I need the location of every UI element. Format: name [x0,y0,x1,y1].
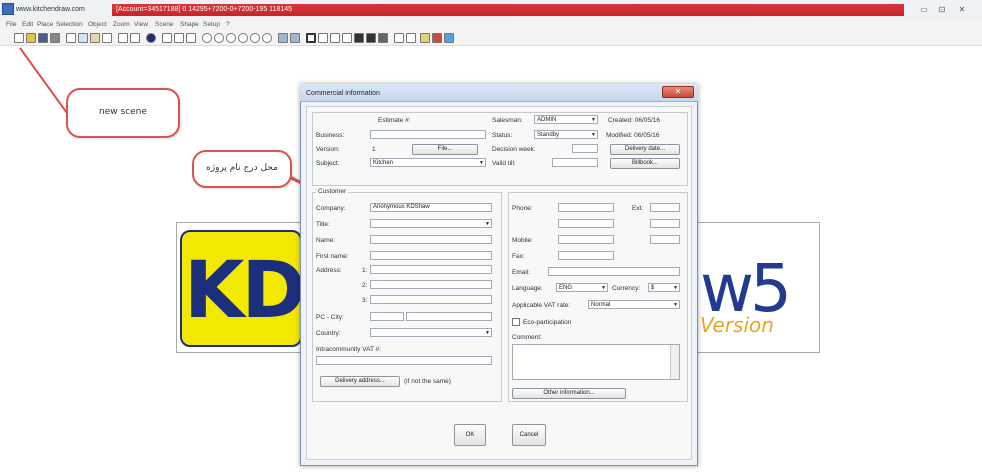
country-dropdown[interactable]: ▼ [370,328,492,337]
currency-dropdown[interactable]: $ ▼ [648,283,680,292]
first-name-field[interactable] [370,251,492,260]
postal-code-field[interactable] [370,312,404,321]
comment-scrollbar[interactable] [670,345,679,379]
phone-field[interactable] [558,203,614,212]
address-line-3-label: 3: [362,297,368,304]
fax-field[interactable] [558,251,614,260]
address-line-3-field[interactable] [370,295,492,304]
intracommunity-vat-label: Intracommunity VAT #: [316,346,382,353]
address-line-1-label: 1: [362,267,368,274]
salesman-value: ADMIN [537,117,557,123]
cancel-button[interactable]: Cancel [512,424,546,446]
valid-till-label: Valid till: [492,160,516,167]
version-label: Version: [316,146,340,153]
country-label: Country: [316,330,341,337]
ok-button[interactable]: OK [454,424,486,446]
address-line-2-label: 2: [362,282,368,289]
phone-label: Phone: [512,205,533,212]
other-information-button[interactable]: Other information... [512,388,626,399]
status-dropdown[interactable]: Standby ▼ [534,130,598,139]
dialog-title: Commercial information [306,90,380,97]
callout-new-scene: new scene [66,88,180,138]
chevron-down-icon: ▼ [601,285,606,291]
decision-week-label: Decision week: [492,146,536,153]
ext-3-field[interactable] [650,235,680,244]
chevron-down-icon: ▼ [479,160,484,166]
customer-group-label: Customer [316,188,349,195]
business-label: Business: [316,132,345,139]
callout-project-name: محل درج نام پروژه [192,150,292,188]
intracommunity-vat-field[interactable] [316,356,492,365]
pc-city-label: PC - City: [316,314,344,321]
language-value: ENG [559,285,573,291]
estimate-label: Estimate #: [378,117,411,124]
company-field[interactable]: Anonymous KDShaw [370,203,492,212]
subject-value: Kitchen [373,160,394,166]
language-dropdown[interactable]: ENG ▼ [556,283,608,292]
city-field[interactable] [406,312,492,321]
dialog-close-button[interactable]: ✕ [662,86,694,98]
chevron-down-icon: ▼ [673,285,678,291]
file-button[interactable]: File... [412,144,478,155]
modified-date: Modified: 06/05/16 [606,132,660,139]
first-name-label: First name: [316,253,349,260]
ext-2-field[interactable] [650,219,680,228]
comment-textarea[interactable] [512,344,680,380]
status-label: Status: [492,132,513,139]
version-value: 1 [372,146,376,153]
email-field[interactable] [548,267,680,276]
currency-value: $ [651,285,655,291]
salesman-dropdown[interactable]: ADMIN ▼ [534,115,598,124]
name-label: Name: [316,237,336,244]
kd-logo-text: KD [184,246,306,336]
company-label: Company: [316,205,346,212]
if-not-same-note: (if not the same) [404,378,451,385]
subject-dropdown[interactable]: Kitchen ▼ [370,158,486,167]
email-label: Email: [512,269,531,276]
phone-2-field[interactable] [558,219,614,228]
title-label: Title: [316,221,330,228]
address-label: Address: [316,267,342,274]
eco-participation-label: Eco-participation [523,319,572,326]
version-logo-text: Version [700,313,774,337]
mobile-label: Mobile: [512,237,533,244]
currency-label: Currency: [612,285,641,292]
eco-participation-checkbox[interactable] [512,318,520,326]
vat-rate-label: Applicable VAT rate: [512,302,571,309]
salesman-label: Salesman: [492,117,523,124]
billbook-button[interactable]: Billbook... [610,158,680,169]
title-dropdown[interactable]: ▼ [370,219,492,228]
name-field[interactable] [370,235,492,244]
chevron-down-icon: ▼ [485,330,490,336]
ext-label: Ext: [632,205,644,212]
chevron-down-icon: ▼ [591,132,596,138]
delivery-date-button[interactable]: Delivery date... [610,144,680,155]
valid-till-field[interactable] [552,158,598,167]
delivery-address-button[interactable]: Delivery address... [320,376,400,387]
chevron-down-icon: ▼ [673,302,678,308]
ext-field[interactable] [650,203,680,212]
decision-week-field[interactable] [572,144,598,153]
vat-rate-value: Normal [591,302,611,308]
fax-label: Fax: [512,253,525,260]
vat-rate-dropdown[interactable]: Normal ▼ [588,300,680,309]
address-line-2-field[interactable] [370,280,492,289]
language-label: Language: [512,285,543,292]
chevron-down-icon: ▼ [485,221,490,227]
subject-label: Subject: [316,160,340,167]
phone-3-field[interactable] [558,235,614,244]
status-value: Standby [537,132,560,138]
chevron-down-icon: ▼ [591,117,596,123]
address-line-1-field[interactable] [370,265,492,274]
created-date: Created: 06/05/16 [608,117,661,124]
comment-label: Comment: [512,334,542,341]
business-field[interactable] [370,130,486,139]
